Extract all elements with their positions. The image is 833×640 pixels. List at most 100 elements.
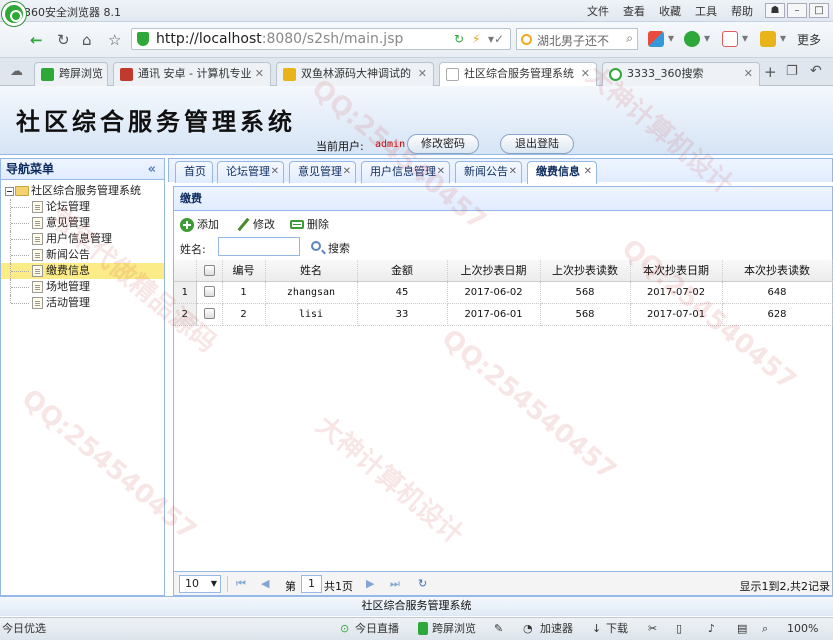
prev-page-icon[interactable]: ◀ <box>261 577 269 590</box>
tab-news[interactable]: 新闻公告 ✕ <box>455 161 522 183</box>
gift-dropdown-icon[interactable]: ▾ <box>780 31 786 45</box>
translate-dropdown-icon[interactable]: ▾ <box>742 31 748 45</box>
first-page-icon[interactable]: ⏮ <box>236 577 246 591</box>
nav-item-forum[interactable]: 论坛管理 <box>1 199 164 215</box>
column-header[interactable]: 姓名 <box>265 260 358 282</box>
mobile-icon[interactable]: ▯ <box>676 622 682 636</box>
undo-close-icon[interactable]: ↶ <box>810 63 822 79</box>
guard-icon[interactable] <box>684 31 700 47</box>
screenshot-icon[interactable]: ✂ <box>648 622 657 636</box>
search-text[interactable]: 湖北男子还不 <box>537 32 609 49</box>
edit-button[interactable]: 修改 <box>236 218 275 232</box>
tab-close-icon[interactable]: ✕ <box>255 63 264 85</box>
tab-opinion[interactable]: 意见管理 ✕ <box>289 161 356 183</box>
tree-root[interactable]: 社区综合服务管理系统 <box>1 183 164 199</box>
change-password-button[interactable]: 修改密码 <box>407 134 479 154</box>
browser-tab-cross[interactable]: 跨屏浏览 <box>34 62 108 86</box>
nav-item-activity[interactable]: 活动管理 <box>1 295 164 311</box>
apps-dropdown-icon[interactable]: ▾ <box>668 31 674 45</box>
gift-icon[interactable] <box>760 31 776 47</box>
skin-icon[interactable]: ☗ <box>765 3 785 18</box>
apps-icon[interactable] <box>648 31 664 47</box>
nav-item-opinion[interactable]: 意见管理 <box>1 215 164 231</box>
page-icon[interactable]: ▤ <box>737 622 747 636</box>
column-header[interactable]: 上次抄表读数 <box>540 260 631 282</box>
menu-tools[interactable]: 工具 <box>695 3 717 19</box>
column-header[interactable]: 编号 <box>222 260 266 282</box>
cloud-icon[interactable]: ☁ <box>10 64 23 79</box>
tab-close-icon[interactable]: ✕ <box>437 162 445 182</box>
minimize-icon[interactable]: – <box>787 3 807 18</box>
tab-home[interactable]: 首页 <box>175 161 213 183</box>
delete-button[interactable]: 删除 <box>290 218 329 232</box>
browser-tab-system[interactable]: 社区综合服务管理系统 ✕ <box>439 62 597 87</box>
column-header[interactable]: 本次抄表日期 <box>630 260 723 282</box>
tab-payment[interactable]: 缴费信息 ✕ <box>527 161 597 184</box>
column-header[interactable]: 上次抄表日期 <box>447 260 541 282</box>
menu-help[interactable]: 帮助 <box>731 3 753 19</box>
refresh-icon[interactable]: ↻ <box>418 577 427 590</box>
browser-tab-news[interactable]: 通讯 安卓 - 计算机专业 ✕ <box>113 62 271 86</box>
logout-button[interactable]: 退出登陆 <box>500 134 574 154</box>
menu-favorites[interactable]: 收藏 <box>659 3 681 19</box>
browser-tab-fish[interactable]: 双鱼林源码大神调试的 ✕ <box>276 62 434 86</box>
mouse-gesture-icon[interactable]: ✎ <box>494 622 503 636</box>
search-box[interactable]: 湖北男子还不 ⌕ <box>516 28 638 50</box>
guard-dropdown-icon[interactable]: ▾ <box>704 31 710 45</box>
page-size-select[interactable]: 10 ▼ <box>179 575 221 593</box>
table-row[interactable]: 2 2 lisi 33 2017-06-01 568 2017-07-01 62… <box>174 303 833 326</box>
name-input[interactable] <box>218 237 300 256</box>
tree-collapse-icon[interactable] <box>5 187 14 196</box>
back-icon[interactable]: ← <box>30 31 43 49</box>
tab-forum[interactable]: 论坛管理 ✕ <box>217 161 284 183</box>
tab-list-icon[interactable]: ❐ <box>786 64 798 79</box>
tab-close-icon[interactable]: ✕ <box>418 63 427 85</box>
add-button[interactable]: 添加 <box>180 218 219 232</box>
row-select-cell[interactable] <box>196 281 223 304</box>
new-tab-icon[interactable]: + <box>764 63 777 81</box>
select-all-header[interactable] <box>196 260 223 282</box>
reload-green-icon[interactable]: ↻ <box>454 32 464 46</box>
browser-tab-search[interactable]: 3333_360搜索 ✕ <box>602 62 760 86</box>
search-icon[interactable]: ⌕ <box>626 31 633 46</box>
flash-icon[interactable]: ⚡ <box>472 32 480 46</box>
page-number-input[interactable]: 1 <box>301 575 322 593</box>
tab-close-icon[interactable]: ✕ <box>271 162 279 182</box>
tab-close-icon[interactable]: ✕ <box>343 162 351 182</box>
star-icon[interactable]: ☆ <box>108 31 121 49</box>
status-download[interactable]: 下载 <box>606 622 628 636</box>
nav-item-venue[interactable]: 场地管理 <box>1 279 164 295</box>
tab-close-icon[interactable]: ✕ <box>509 162 517 182</box>
status-live[interactable]: 今日直播 <box>355 622 399 636</box>
sound-icon[interactable]: ♪ <box>708 622 715 636</box>
maximize-icon[interactable]: □ <box>809 3 829 18</box>
tab-close-icon[interactable]: ✕ <box>581 63 590 85</box>
next-page-icon[interactable]: ▶ <box>366 577 374 590</box>
menu-view[interactable]: 查看 <box>623 3 645 19</box>
row-checkbox[interactable] <box>203 286 215 298</box>
table-row[interactable]: 1 1 zhangsan 45 2017-06-02 568 2017-07-0… <box>174 281 833 304</box>
home-icon[interactable]: ⌂ <box>82 31 92 49</box>
status-cross[interactable]: 跨屏浏览 <box>432 622 476 636</box>
more-label[interactable]: 更多 <box>797 31 821 48</box>
last-page-icon[interactable]: ⏭ <box>390 577 400 591</box>
search-button[interactable]: 搜索 <box>311 240 350 256</box>
column-header[interactable]: 本次抄表读数 <box>722 260 833 282</box>
nav-item-news[interactable]: 新闻公告 <box>1 247 164 263</box>
tab-close-icon[interactable]: ✕ <box>744 63 753 85</box>
url-bar[interactable]: http://localhost:8080/s2sh/main.jsp ↻ ⚡ … <box>131 28 511 50</box>
tab-userinfo[interactable]: 用户信息管理 ✕ <box>361 161 450 183</box>
row-select-cell[interactable] <box>196 303 223 326</box>
select-all-checkbox[interactable] <box>203 265 215 277</box>
check-icon[interactable]: ✓ <box>494 32 504 46</box>
row-checkbox[interactable] <box>203 308 215 320</box>
translate-icon[interactable] <box>722 31 738 47</box>
refresh-icon[interactable]: ↻ <box>57 31 70 49</box>
tab-close-icon[interactable]: ✕ <box>584 162 592 182</box>
url-text[interactable]: http://localhost:8080/s2sh/main.jsp <box>156 31 403 47</box>
collapse-icon[interactable]: « <box>148 159 156 180</box>
nav-item-userinfo[interactable]: 用户信息管理 <box>1 231 164 247</box>
zoom-level[interactable]: 100% <box>787 622 818 636</box>
status-left[interactable]: 今日优选 <box>2 622 46 636</box>
nav-item-payment[interactable]: 缴费信息 <box>1 263 164 279</box>
